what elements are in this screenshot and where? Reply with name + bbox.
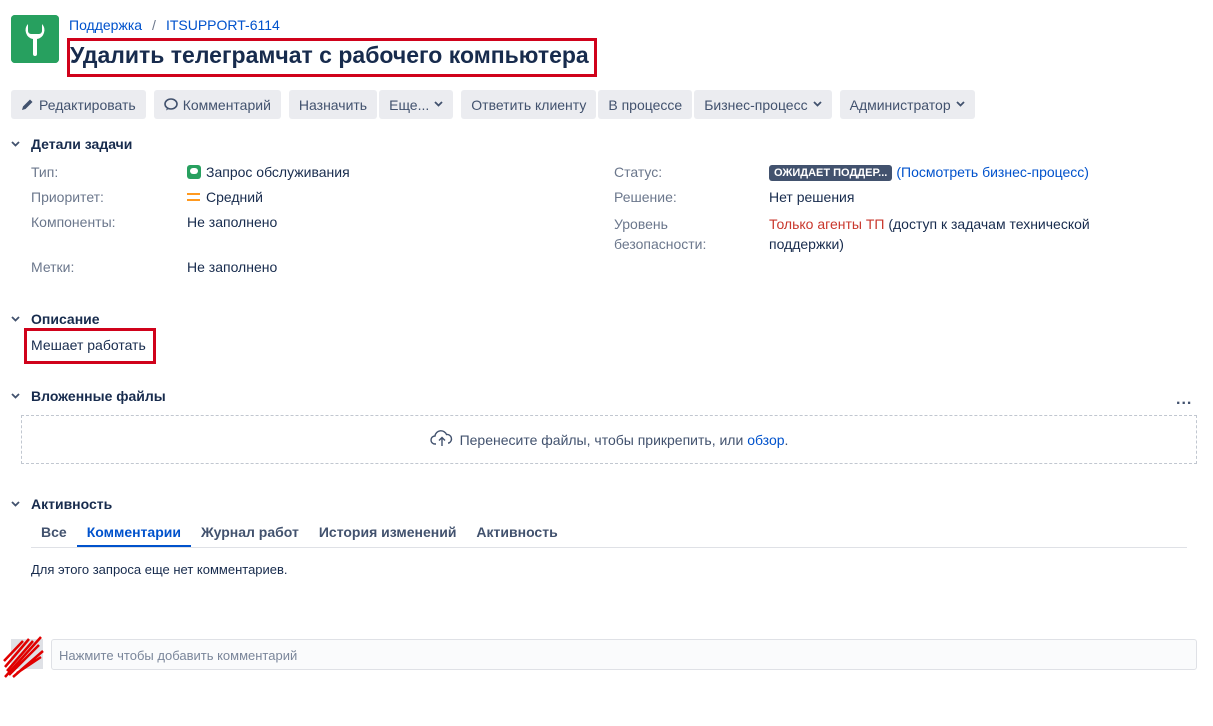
- priority-value: Средний: [187, 189, 263, 205]
- in-progress-label: В процессе: [608, 96, 683, 113]
- attachments-section-toggle[interactable]: Вложенные файлы: [11, 388, 166, 404]
- attachments-more-button[interactable]: ...: [1176, 391, 1192, 409]
- security-level-value-desc-1: (доступ к задачам технической: [884, 216, 1090, 232]
- security-level-label: Уровень безопасности:: [614, 214, 706, 254]
- avatar: [3, 631, 45, 681]
- attachments-heading: Вложенные файлы: [31, 388, 166, 404]
- assign-button-label: Назначить: [298, 96, 368, 113]
- wrench-logo-icon: [11, 15, 59, 63]
- description-text[interactable]: Мешает работать: [31, 337, 146, 353]
- chevron-down-icon: [11, 391, 31, 402]
- tab-all[interactable]: Все: [31, 524, 77, 547]
- type-value-text: Запрос обслуживания: [206, 164, 350, 180]
- type-value: Запрос обслуживания: [187, 164, 350, 180]
- description-section-toggle[interactable]: Описание: [11, 311, 100, 327]
- pencil-icon: [21, 98, 34, 111]
- comment-button[interactable]: Комментарий: [153, 90, 281, 119]
- tab-work-log[interactable]: Журнал работ: [191, 524, 309, 547]
- no-comments-message: Для этого запроса еще нет комментариев.: [31, 562, 288, 577]
- workflow-dropdown[interactable]: Бизнес-процесс: [694, 90, 832, 119]
- tab-history[interactable]: История изменений: [309, 524, 467, 547]
- dropzone-text: Перенесите файлы, чтобы прикрепить, или: [459, 431, 748, 448]
- security-level-value-desc-2: поддержки): [769, 236, 844, 252]
- admin-dropdown-label: Администратор: [849, 96, 951, 113]
- priority-value-text: Средний: [206, 189, 263, 205]
- components-label: Компоненты:: [31, 214, 116, 230]
- reply-to-customer-label: Ответить клиенту: [471, 96, 587, 113]
- add-comment-input[interactable]: Нажмите чтобы добавить комментарий: [51, 639, 1197, 670]
- chevron-down-icon: [434, 99, 443, 110]
- priority-label: Приоритет:: [31, 189, 104, 205]
- chevron-down-icon: [955, 99, 965, 110]
- service-request-icon: [187, 165, 201, 179]
- activity-section-toggle[interactable]: Активность: [11, 496, 112, 512]
- resolution-label: Решение:: [614, 189, 677, 205]
- resolution-value: Нет решения: [769, 189, 855, 205]
- workflow-dropdown-label: Бизнес-процесс: [704, 96, 808, 113]
- speech-bubble-icon: [163, 98, 178, 111]
- view-workflow-link[interactable]: (Посмотреть бизнес-процесс): [896, 164, 1089, 180]
- chevron-down-icon: [812, 99, 822, 110]
- issue-toolbar: Редактировать Комментарий Назначить Еще.…: [11, 90, 983, 119]
- priority-medium-icon: [187, 193, 200, 201]
- edit-button-label: Редактировать: [39, 96, 136, 113]
- details-section-toggle[interactable]: Детали задачи: [11, 136, 132, 152]
- components-value: Не заполнено: [187, 214, 278, 230]
- tab-activity[interactable]: Активность: [466, 524, 567, 547]
- cloud-upload-icon: [429, 429, 460, 450]
- security-level-label-line1: Уровень: [614, 216, 668, 232]
- description-heading: Описание: [31, 311, 100, 327]
- edit-button[interactable]: Редактировать: [11, 90, 146, 119]
- issue-title[interactable]: Удалить телеграмчат с рабочего компьютер…: [70, 42, 589, 69]
- breadcrumb-issue-key-link[interactable]: ITSUPPORT-6114: [166, 17, 280, 33]
- project-logo[interactable]: [11, 15, 59, 63]
- labels-value: Не заполнено: [187, 259, 278, 275]
- tab-comments[interactable]: Комментарии: [76, 524, 191, 547]
- details-heading: Детали задачи: [31, 136, 133, 152]
- dropzone-text-end: .: [784, 431, 789, 448]
- security-level-value: Только агенты ТП (доступ к задачам техни…: [769, 214, 1090, 254]
- activity-tabs: Все Комментарии Журнал работ История изм…: [31, 524, 1187, 548]
- status-value: ОЖИДАЕТ ПОДДЕР... (Посмотреть бизнес-проц…: [769, 164, 1089, 181]
- chevron-down-icon: [11, 314, 31, 325]
- comment-button-label: Комментарий: [182, 96, 271, 113]
- security-level-value-name: Только агенты ТП: [769, 216, 885, 232]
- breadcrumb-separator: /: [152, 17, 156, 33]
- status-label: Статус:: [614, 164, 663, 180]
- in-progress-button[interactable]: В процессе: [598, 90, 693, 119]
- breadcrumb-project-link[interactable]: Поддержка: [69, 17, 142, 33]
- chevron-down-icon: [11, 139, 31, 150]
- type-label: Тип:: [31, 164, 59, 180]
- chevron-down-icon: [11, 499, 31, 510]
- assign-button[interactable]: Назначить: [288, 90, 378, 119]
- more-dropdown-label: Еще...: [389, 96, 430, 113]
- security-level-label-line2: безопасности:: [614, 236, 707, 252]
- attachments-dropzone[interactable]: Перенесите файлы, чтобы прикрепить, или …: [21, 415, 1197, 464]
- browse-link[interactable]: обзор: [747, 432, 784, 448]
- activity-heading: Активность: [31, 496, 113, 512]
- more-dropdown[interactable]: Еще...: [379, 90, 454, 119]
- labels-label: Метки:: [31, 259, 75, 275]
- reply-to-customer-button[interactable]: Ответить клиенту: [461, 90, 597, 119]
- status-badge[interactable]: ОЖИДАЕТ ПОДДЕР...: [769, 165, 893, 181]
- admin-dropdown[interactable]: Администратор: [839, 90, 975, 119]
- breadcrumb: Поддержка / ITSUPPORT-6114: [69, 17, 280, 33]
